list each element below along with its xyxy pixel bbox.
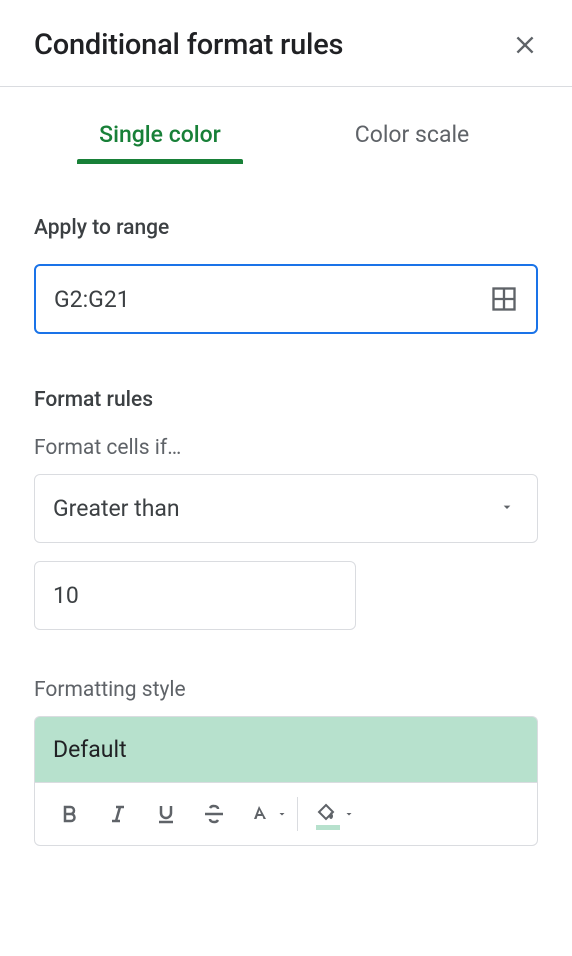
range-input[interactable] xyxy=(54,286,490,313)
formatting-style-label: Formatting style xyxy=(34,678,538,702)
strikethrough-button[interactable] xyxy=(191,792,237,836)
close-icon[interactable] xyxy=(512,32,538,58)
text-color-button[interactable] xyxy=(239,792,279,836)
select-range-icon[interactable] xyxy=(490,285,518,313)
style-preview-text: Default xyxy=(53,736,127,763)
range-input-container[interactable] xyxy=(34,264,538,334)
apply-to-range-label: Apply to range xyxy=(34,216,538,240)
tab-color-scale[interactable]: Color scale xyxy=(286,103,538,162)
tab-label: Color scale xyxy=(355,121,470,148)
fill-color-indicator xyxy=(316,825,340,830)
format-cells-if-label: Format cells if… xyxy=(34,436,538,460)
tab-label: Single color xyxy=(99,121,221,148)
format-rules-label: Format rules xyxy=(34,388,538,412)
formatting-toolbar xyxy=(34,782,538,846)
text-color-caret-icon[interactable] xyxy=(275,792,289,836)
toolbar-separator xyxy=(297,797,298,831)
fill-color-button[interactable] xyxy=(306,792,346,836)
bold-button[interactable] xyxy=(47,792,93,836)
dropdown-caret-icon xyxy=(499,499,515,519)
condition-select[interactable]: Greater than xyxy=(34,474,538,543)
panel-title: Conditional format rules xyxy=(34,28,343,62)
italic-button[interactable] xyxy=(95,792,141,836)
threshold-input[interactable] xyxy=(34,561,356,630)
tab-single-color[interactable]: Single color xyxy=(34,103,286,162)
style-preview[interactable]: Default xyxy=(34,716,538,782)
condition-text: Greater than xyxy=(53,495,180,522)
underline-button[interactable] xyxy=(143,792,189,836)
divider xyxy=(0,86,572,87)
